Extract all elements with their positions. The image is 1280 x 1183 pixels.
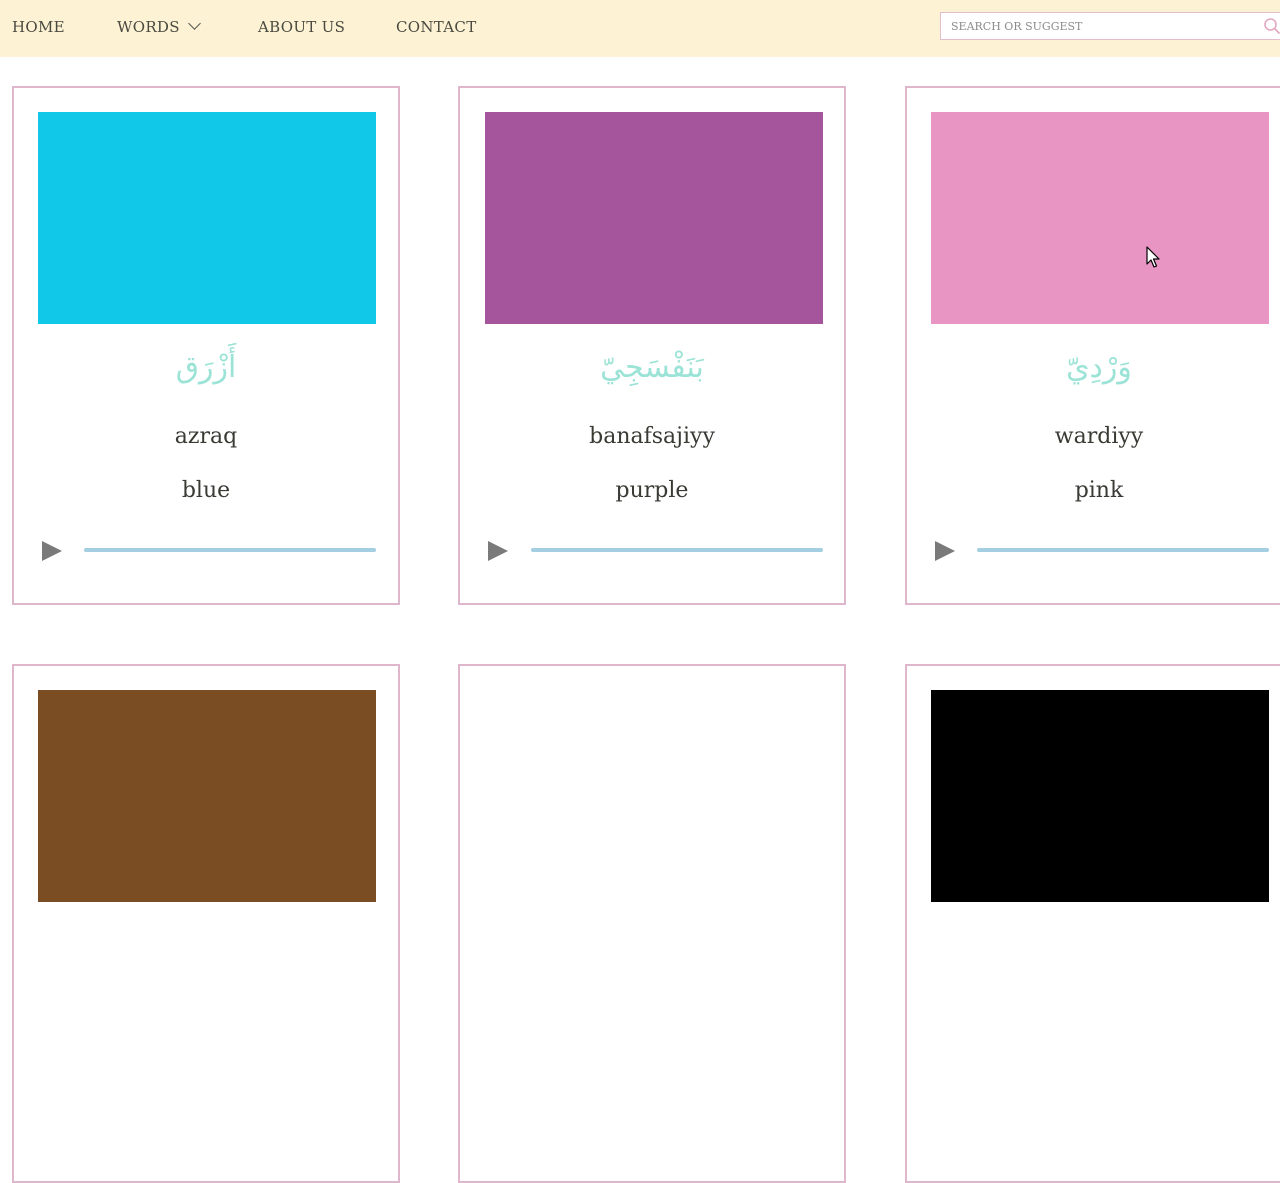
word-card-purple: بَنَفْسَجِيّ banafsajiyy purple: [458, 86, 846, 605]
transliteration: azraq: [174, 424, 238, 449]
color-swatch: [931, 690, 1269, 902]
audio-progress-bar[interactable]: [531, 548, 823, 552]
audio-progress-bar[interactable]: [84, 548, 376, 552]
play-button[interactable]: [933, 539, 957, 563]
word-card-brown: [12, 664, 400, 1183]
nav-about-link[interactable]: ABOUT US: [258, 18, 345, 36]
audio-progress-bar[interactable]: [977, 548, 1269, 552]
nav-contact-link[interactable]: CONTACT: [396, 18, 477, 36]
play-icon: [488, 541, 508, 561]
word-card-blue: أَزْرَق azraq blue: [12, 86, 400, 605]
play-icon: [935, 541, 955, 561]
word-card-pink: وَرْدِيّ wardiyy pink: [905, 86, 1280, 605]
color-swatch: [485, 690, 823, 902]
color-swatch: [931, 112, 1269, 324]
word-card-black: [905, 664, 1280, 1183]
nav-words-menu[interactable]: WORDS: [117, 17, 201, 36]
play-button[interactable]: [486, 539, 510, 563]
nav-words-label: WORDS: [117, 18, 180, 36]
search-icon[interactable]: [1263, 17, 1280, 35]
play-button[interactable]: [40, 539, 64, 563]
nav-home-link[interactable]: HOME: [12, 18, 65, 36]
search-input[interactable]: [951, 13, 1251, 39]
top-navbar: HOME WORDS ABOUT US CONTACT: [0, 0, 1280, 57]
play-icon: [42, 541, 62, 561]
arabic-word: وَرْدِيّ: [1066, 350, 1132, 385]
search-box: [940, 12, 1280, 40]
color-swatch: [485, 112, 823, 324]
color-swatch: [38, 690, 376, 902]
word-card-white: [458, 664, 846, 1183]
arabic-word: أَزْرَق: [175, 350, 237, 385]
transliteration: wardiyy: [1054, 424, 1144, 449]
english-word: pink: [1074, 478, 1124, 503]
english-word: blue: [181, 478, 231, 503]
mouse-cursor-icon: [1146, 246, 1160, 268]
english-word: purple: [615, 478, 689, 503]
color-swatch: [38, 112, 376, 324]
transliteration: banafsajiyy: [589, 424, 715, 449]
chevron-down-icon: [187, 17, 201, 30]
arabic-word: بَنَفْسَجِيّ: [600, 350, 704, 385]
